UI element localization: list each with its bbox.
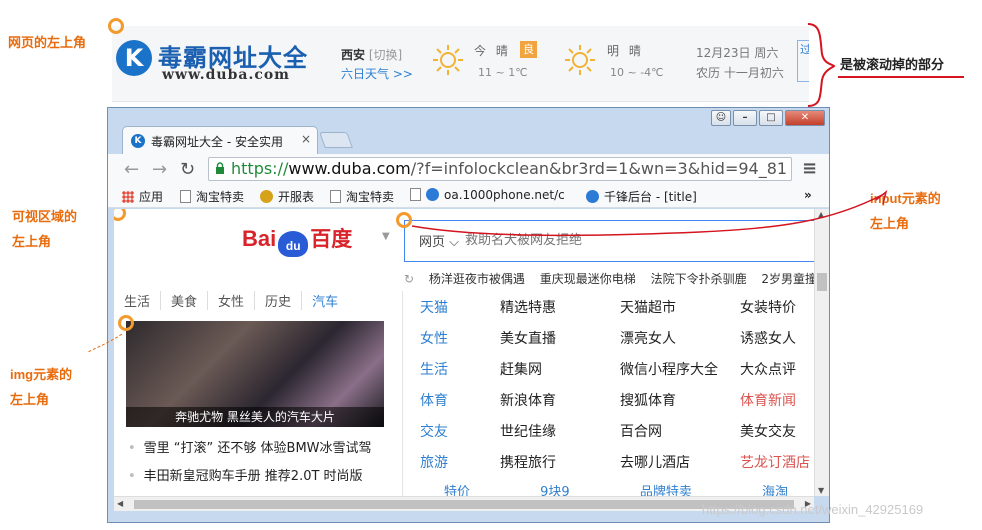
img-annotation-arrow — [87, 333, 123, 353]
arrowhead-icon — [875, 190, 888, 205]
input-annotation-arrow — [411, 193, 885, 237]
watermark: https://blog.csdn.net/weixin_42925169 — [702, 502, 924, 517]
annotation-arrows — [87, 190, 888, 353]
